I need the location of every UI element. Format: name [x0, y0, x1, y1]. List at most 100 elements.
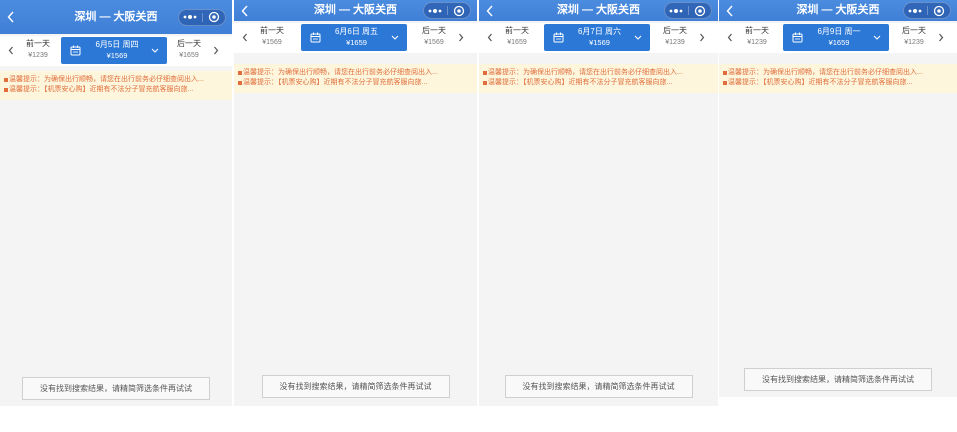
previous-day-price: ¥1239: [747, 39, 767, 46]
previous-day-price: ¥1239: [28, 52, 48, 59]
notice-bullet-icon: [238, 71, 242, 75]
next-day-button[interactable]: 后一天 ¥1239: [656, 23, 718, 53]
close-button[interactable]: [203, 10, 226, 25]
close-button[interactable]: [928, 3, 951, 18]
chevron-down-icon: [391, 35, 399, 40]
screen-panel-1: 深圳 — 大阪关西 前一天 ¥1239 6月5日 周四 ¥1569 后一天 ¥1…: [0, 0, 232, 406]
screen-panel-4: 深圳 — 大阪关西 前一天 ¥1239 6月9日 周一 ¥1659 后一天 ¥1…: [719, 0, 957, 397]
chevron-right-icon: [699, 33, 705, 42]
screen-panel-2: 深圳 — 大阪关西 前一天 ¥1569 6月6日 周五 ¥1659 后一天 ¥1…: [234, 0, 477, 406]
date-navigation-bar: 前一天 ¥1239 6月9日 周一 ¥1659 后一天 ¥1239: [719, 23, 957, 53]
date-navigation-bar: 前一天 ¥1239 6月5日 周四 ¥1569 后一天 ¥1659: [0, 36, 232, 66]
more-dots-icon: [907, 8, 923, 14]
notice-item: 温馨提示：【机票安心购】近期有不法分子冒充航客服向旅...: [483, 78, 715, 88]
capsule-close-icon: [933, 5, 945, 17]
previous-day-button[interactable]: 前一天 ¥1659: [479, 23, 537, 53]
selected-date-price: ¥1569: [589, 38, 610, 47]
notice-text: 温馨提示：【机票安心购】近期有不法分子冒充航客服向旅...: [9, 86, 194, 93]
chevron-down-icon: [634, 35, 642, 40]
more-dots-icon: [182, 14, 198, 20]
previous-day-button[interactable]: 前一天 ¥1569: [234, 23, 292, 53]
chevron-left-icon: [242, 33, 248, 42]
previous-day-label: 前一天: [505, 26, 529, 35]
nav-header: 深圳 — 大阪关西: [719, 0, 957, 21]
next-day-button[interactable]: 后一天 ¥1659: [170, 36, 232, 66]
nav-header: 深圳 — 大阪关西: [234, 0, 477, 21]
more-dots-icon: [668, 8, 684, 14]
chevron-left-icon: [487, 33, 493, 42]
notice-text: 温馨提示：为确保出行顺畅，请您在出行前务必仔细查阅出入...: [243, 69, 438, 76]
mini-program-capsule: [903, 2, 951, 19]
capsule-close-icon: [694, 5, 706, 17]
empty-result-message: 没有找到搜索结果，请精简筛选条件再试试: [504, 375, 693, 398]
mini-program-capsule: [423, 2, 471, 19]
selected-date: 6月5日 周四: [95, 40, 139, 49]
close-button[interactable]: [448, 3, 471, 18]
notice-item: 温馨提示：【机票安心购】近期有不法分子冒充航客服向旅...: [723, 78, 954, 88]
mini-program-capsule: [664, 2, 712, 19]
previous-day-button[interactable]: 前一天 ¥1239: [719, 23, 777, 53]
chevron-left-icon: [727, 33, 733, 42]
more-button[interactable]: [424, 3, 447, 18]
notice-bullet-icon: [723, 71, 727, 75]
calendar-icon: [70, 45, 81, 56]
capsule-close-icon: [208, 11, 220, 23]
previous-day-button[interactable]: 前一天 ¥1239: [0, 36, 58, 66]
notice-bullet-icon: [238, 81, 242, 85]
notice-text: 温馨提示：【机票安心购】近期有不法分子冒充航客服向旅...: [488, 79, 673, 86]
notice-bar[interactable]: 温馨提示：为确保出行顺畅，请您在出行前务必仔细查阅出入... 温馨提示：【机票安…: [0, 71, 232, 100]
selected-date-button[interactable]: 6月9日 周一 ¥1659: [783, 24, 889, 51]
notice-text: 温馨提示：为确保出行顺畅，请您在出行前务必仔细查阅出入...: [9, 76, 204, 83]
notice-bullet-icon: [483, 81, 487, 85]
next-day-label: 后一天: [422, 26, 446, 35]
selected-date-price: ¥1569: [106, 51, 128, 60]
next-day-label: 后一天: [663, 26, 687, 35]
next-day-price: ¥1239: [665, 39, 685, 46]
previous-day-label: 前一天: [26, 39, 50, 48]
notice-bullet-icon: [723, 81, 727, 85]
more-dots-icon: [427, 8, 443, 14]
selected-date-price: ¥1659: [346, 38, 367, 47]
chevron-down-icon: [873, 35, 881, 40]
more-button[interactable]: [665, 3, 688, 18]
date-navigation-bar: 前一天 ¥1569 6月6日 周五 ¥1659 后一天 ¥1569: [234, 23, 477, 53]
next-day-label: 后一天: [177, 39, 201, 48]
selected-date-button[interactable]: 6月7日 周六 ¥1569: [543, 24, 650, 51]
close-button[interactable]: [689, 3, 712, 18]
notice-item: 温馨提示：为确保出行顺畅，请您在出行前务必仔细查阅出入...: [4, 75, 229, 85]
chevron-right-icon: [938, 33, 944, 42]
next-day-button[interactable]: 后一天 ¥1239: [895, 23, 957, 53]
notice-item: 温馨提示：为确保出行顺畅，请您在出行前务必仔细查阅出入...: [483, 68, 715, 78]
nav-header: 深圳 — 大阪关西: [479, 0, 718, 21]
next-day-button[interactable]: 后一天 ¥1569: [415, 23, 477, 53]
more-button[interactable]: [179, 10, 202, 25]
next-day-price: ¥1659: [179, 52, 199, 59]
screen-panel-3: 深圳 — 大阪关西 前一天 ¥1659 6月7日 周六 ¥1569 后一天 ¥1…: [479, 0, 718, 406]
empty-result-message: 没有找到搜索结果，请精简筛选条件再试试: [744, 368, 932, 391]
selected-date: 6月6日 周五: [334, 27, 379, 36]
notice-text: 温馨提示：为确保出行顺畅，请您在出行前务必仔细查阅出入...: [488, 69, 683, 76]
notice-item: 温馨提示：为确保出行顺畅，请您在出行前务必仔细查阅出入...: [723, 68, 954, 78]
notice-bar[interactable]: 温馨提示：为确保出行顺畅，请您在出行前务必仔细查阅出入... 温馨提示：【机票安…: [479, 64, 718, 93]
next-day-price: ¥1569: [424, 39, 444, 46]
empty-result-message: 没有找到搜索结果，请精简筛选条件再试试: [261, 375, 450, 398]
chevron-right-icon: [458, 33, 464, 42]
selected-date: 6月9日 周一: [817, 27, 861, 36]
calendar-icon: [310, 32, 321, 43]
chevron-left-icon: [8, 46, 14, 55]
previous-day-label: 前一天: [745, 26, 769, 35]
notice-bar[interactable]: 温馨提示：为确保出行顺畅，请您在出行前务必仔细查阅出入... 温馨提示：【机票安…: [234, 64, 477, 93]
notice-item: 温馨提示：【机票安心购】近期有不法分子冒充航客服向旅...: [238, 78, 474, 88]
chevron-down-icon: [151, 48, 159, 53]
date-navigation-bar: 前一天 ¥1659 6月7日 周六 ¥1569 后一天 ¥1239: [479, 23, 718, 53]
calendar-icon: [553, 32, 564, 43]
notice-bar[interactable]: 温馨提示：为确保出行顺畅，请您在出行前务必仔细查阅出入... 温馨提示：【机票安…: [719, 64, 957, 93]
notice-bullet-icon: [483, 71, 487, 75]
notice-bullet-icon: [4, 88, 8, 92]
previous-day-price: ¥1659: [507, 39, 527, 46]
selected-date-button[interactable]: 6月6日 周五 ¥1659: [300, 24, 407, 51]
selected-date-button[interactable]: 6月5日 周四 ¥1569: [61, 37, 167, 64]
notice-bullet-icon: [4, 78, 8, 82]
notice-item: 温馨提示：【机票安心购】近期有不法分子冒充航客服向旅...: [4, 85, 229, 95]
more-button[interactable]: [904, 3, 927, 18]
